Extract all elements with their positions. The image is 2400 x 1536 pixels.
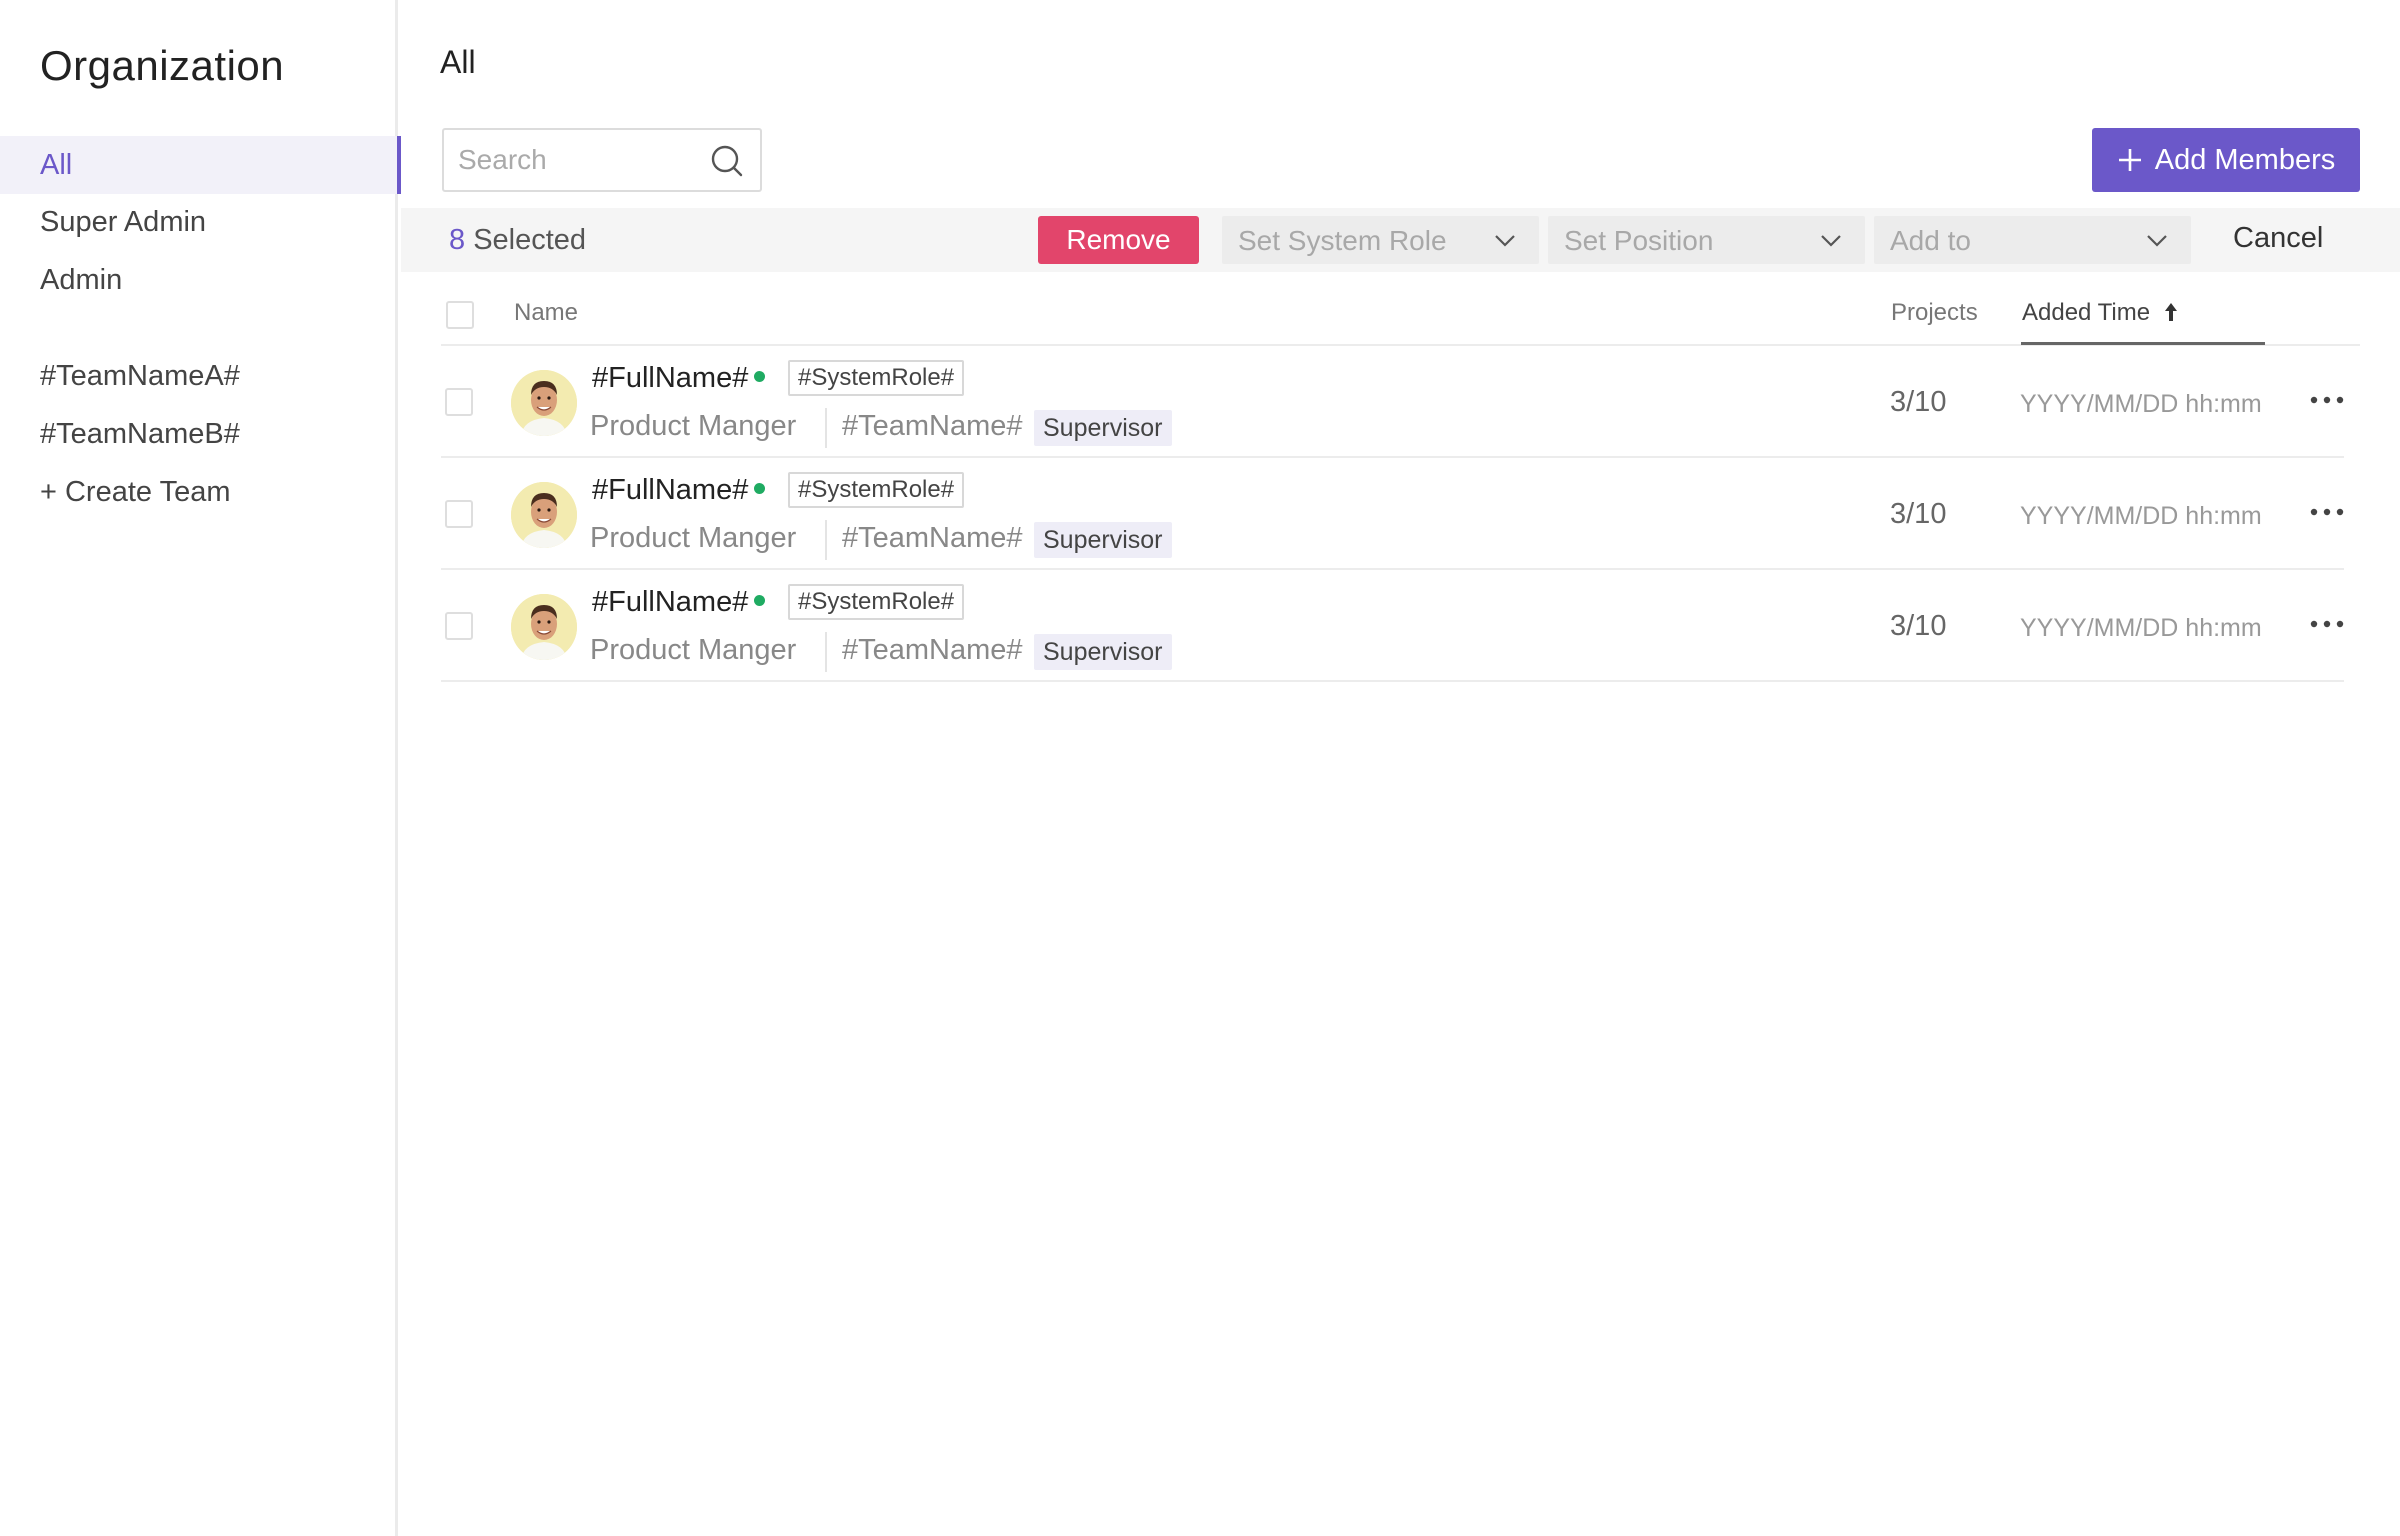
selected-count: 8 Selected — [449, 224, 586, 257]
user-avatar-icon — [511, 594, 577, 660]
team-role-tag: Supervisor — [1034, 634, 1172, 670]
member-projects: 3/10 — [1890, 498, 1947, 530]
create-team-button[interactable]: + Create Team — [0, 463, 398, 521]
member-position: Product Manger — [590, 522, 797, 554]
search-input[interactable] — [458, 130, 698, 190]
column-added-time[interactable]: Added Time — [2022, 299, 2179, 327]
team-role-tag: Supervisor — [1034, 522, 1172, 558]
avatar — [511, 482, 577, 548]
set-system-role-label: Set System Role — [1238, 225, 1447, 256]
chevron-down-icon — [1495, 235, 1515, 247]
sidebar-item-team-b[interactable]: #TeamNameB# — [0, 405, 398, 463]
add-members-button[interactable]: Add Members — [2092, 128, 2360, 192]
online-status-dot — [754, 595, 766, 606]
remove-button[interactable]: Remove — [1038, 216, 1199, 264]
more-options-icon[interactable] — [2307, 502, 2347, 522]
table-row[interactable]: #FullName# #SystemRole# Product Manger #… — [441, 346, 2344, 458]
add-members-label: Add Members — [2154, 143, 2336, 176]
add-to-label: Add to — [1890, 225, 1971, 256]
sidebar-item-all[interactable]: All — [0, 136, 401, 194]
member-added-time: YYYY/MM/DD hh:mm — [2020, 390, 2262, 418]
column-added-time-label: Added Time — [2022, 299, 2151, 326]
user-avatar-icon — [511, 482, 577, 548]
table-header: Name Projects Added Time — [441, 282, 2360, 346]
search-box[interactable] — [442, 128, 762, 192]
avatar — [511, 594, 577, 660]
sidebar-item-super-admin[interactable]: Super Admin — [0, 193, 398, 251]
member-position: Product Manger — [590, 410, 797, 442]
column-projects[interactable]: Projects — [1891, 299, 1978, 327]
sort-indicator — [2021, 342, 2265, 345]
member-full-name[interactable]: #FullName# — [592, 474, 766, 507]
plus-icon — [2118, 149, 2141, 171]
row-checkbox[interactable] — [445, 612, 473, 640]
sidebar-title: Organization — [40, 42, 285, 89]
member-added-time: YYYY/MM/DD hh:mm — [2020, 614, 2262, 642]
divider — [825, 408, 827, 448]
avatar — [511, 370, 577, 436]
system-role-tag: #SystemRole# — [788, 360, 965, 396]
team-role-tag: Supervisor — [1034, 410, 1172, 446]
selected-label: Selected — [473, 224, 587, 256]
user-avatar-icon — [511, 370, 577, 436]
selected-number: 8 — [449, 224, 466, 256]
add-to-dropdown[interactable]: Add to — [1874, 216, 2191, 264]
chevron-down-icon — [1821, 235, 1841, 247]
cancel-button[interactable]: Cancel — [2233, 222, 2323, 255]
member-full-name[interactable]: #FullName# — [592, 362, 766, 395]
more-options-icon[interactable] — [2307, 614, 2347, 634]
member-projects: 3/10 — [1890, 610, 1947, 642]
member-full-name-text: #FullName# — [592, 474, 749, 506]
sidebar-item-admin[interactable]: Admin — [0, 251, 398, 309]
search-icon[interactable] — [710, 144, 744, 178]
row-checkbox[interactable] — [445, 500, 473, 528]
member-added-time: YYYY/MM/DD hh:mm — [2020, 502, 2262, 530]
member-projects: 3/10 — [1890, 386, 1947, 418]
sort-ascending-icon — [2164, 303, 2177, 321]
page-title: All — [440, 44, 476, 80]
column-name[interactable]: Name — [514, 299, 578, 327]
sidebar: Organization All Super Admin Admin #Team… — [0, 0, 401, 1536]
system-role-tag: #SystemRole# — [788, 584, 965, 620]
sidebar-item-team-a[interactable]: #TeamNameA# — [0, 347, 398, 405]
member-full-name[interactable]: #FullName# — [592, 586, 766, 619]
online-status-dot — [754, 483, 766, 494]
table-row[interactable]: #FullName# #SystemRole# Product Manger #… — [441, 458, 2344, 570]
system-role-tag: #SystemRole# — [788, 472, 965, 508]
bulk-action-bar: 8 Selected Remove Set System Role Set Po… — [401, 208, 2400, 272]
online-status-dot — [754, 371, 766, 382]
member-position: Product Manger — [590, 634, 797, 666]
divider — [825, 520, 827, 560]
row-checkbox[interactable] — [445, 388, 473, 416]
more-options-icon[interactable] — [2307, 390, 2347, 410]
member-full-name-text: #FullName# — [592, 362, 749, 394]
chevron-down-icon — [2147, 235, 2167, 247]
divider — [825, 632, 827, 672]
table-row[interactable]: #FullName# #SystemRole# Product Manger #… — [441, 570, 2344, 682]
select-all-checkbox[interactable] — [446, 301, 474, 329]
set-position-dropdown[interactable]: Set Position — [1548, 216, 1865, 264]
member-team: #TeamName# — [842, 634, 1023, 666]
member-team: #TeamName# — [842, 410, 1023, 442]
member-full-name-text: #FullName# — [592, 586, 749, 618]
member-team: #TeamName# — [842, 522, 1023, 554]
set-system-role-dropdown[interactable]: Set System Role — [1222, 216, 1539, 264]
set-position-label: Set Position — [1564, 225, 1714, 256]
